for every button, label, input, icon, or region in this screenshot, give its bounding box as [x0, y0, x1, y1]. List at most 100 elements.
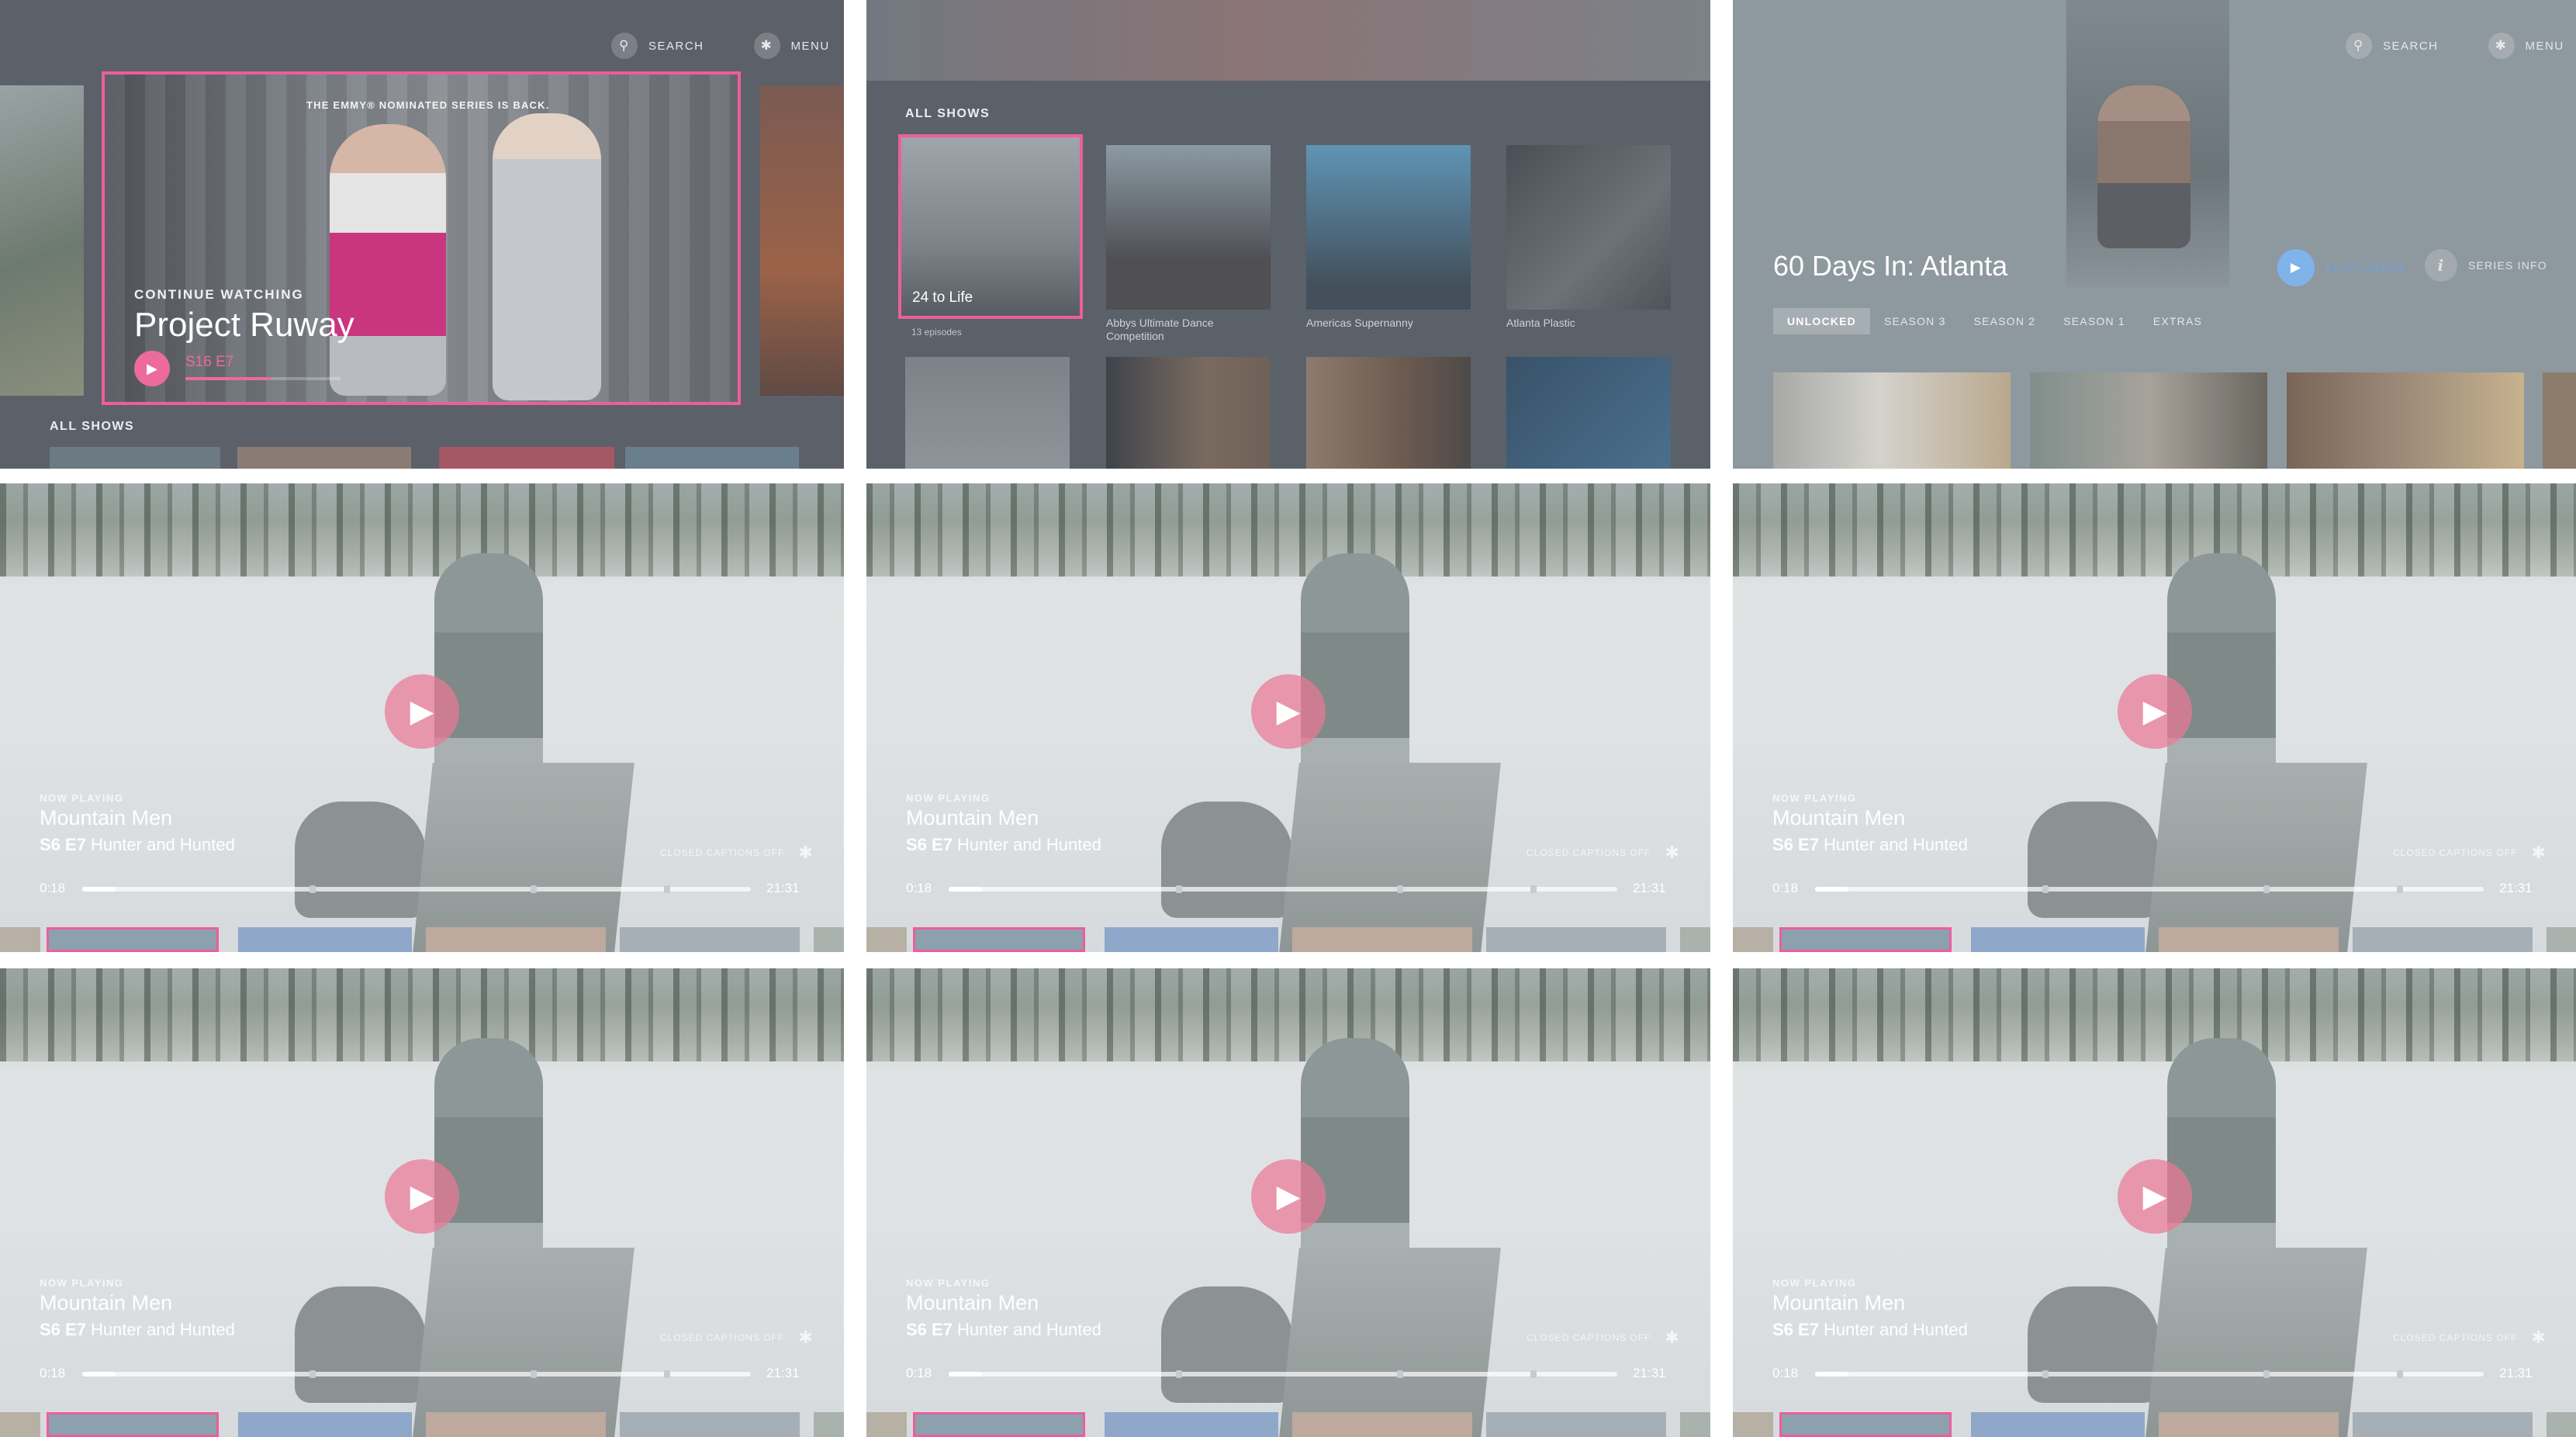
episode-thumbnail[interactable]: [0, 1412, 40, 1437]
settings-icon[interactable]: ✱: [1665, 1328, 1679, 1348]
show-tile-24-to-life[interactable]: 24 to Life 13 episodes: [898, 134, 1083, 338]
episode-thumbnail-selected[interactable]: [1779, 927, 1952, 952]
episode-thumbnail[interactable]: [866, 1412, 907, 1437]
show-thumbnail[interactable]: [625, 447, 799, 469]
episode-thumbnail-selected[interactable]: [913, 927, 1085, 952]
episode-thumbnail[interactable]: [814, 927, 844, 952]
episode-thumbnail[interactable]: [0, 927, 40, 952]
episode-thumbnail[interactable]: [2543, 372, 2576, 469]
play-icon[interactable]: ▶: [134, 351, 170, 386]
tab-unlocked[interactable]: UNLOCKED: [1773, 308, 1870, 334]
search-label[interactable]: SEARCH: [648, 40, 704, 53]
settings-icon[interactable]: ✱: [798, 843, 813, 863]
scrubber-bar[interactable]: [82, 1370, 751, 1378]
menu-icon[interactable]: ✱: [753, 33, 780, 59]
episode-thumbnail[interactable]: [1486, 1412, 1666, 1437]
scrubber-bar[interactable]: [1815, 885, 2484, 893]
episode-thumbnail[interactable]: [1680, 927, 1710, 952]
play-latest-button[interactable]: ▶ PLAY LATEST: [2277, 249, 2405, 286]
episode-code: S6 E7: [1772, 835, 1819, 854]
play-button[interactable]: ▶: [2118, 674, 2192, 749]
episode-thumbnail[interactable]: [238, 1412, 412, 1437]
episode-thumbnail[interactable]: [2353, 1412, 2533, 1437]
episode-thumbnail-selected[interactable]: [47, 1412, 219, 1437]
episode-thumbnail[interactable]: [620, 1412, 800, 1437]
previous-hero-card[interactable]: [0, 85, 84, 396]
episode-thumbnail[interactable]: [1773, 372, 2011, 469]
episode-thumbnail[interactable]: [1680, 1412, 1710, 1437]
scrubber-bar[interactable]: [949, 885, 1617, 893]
settings-icon[interactable]: ✱: [2531, 843, 2546, 863]
episode-thumbnail[interactable]: [1971, 927, 2145, 952]
search-label[interactable]: SEARCH: [2383, 40, 2439, 53]
episode-thumbnail[interactable]: [238, 927, 412, 952]
episode-thumbnail[interactable]: [2159, 927, 2339, 952]
settings-icon[interactable]: ✱: [2531, 1328, 2546, 1348]
closed-captions-label: CLOSED CAPTIONS OFF: [2393, 1332, 2518, 1343]
closed-captions-toggle[interactable]: CLOSED CAPTIONS OFF ✱: [2393, 1328, 2547, 1348]
episode-thumbnail[interactable]: [1733, 927, 1773, 952]
show-tile-americas-supernanny[interactable]: [1306, 145, 1471, 310]
scrubber-bar[interactable]: [1815, 1370, 2484, 1378]
tab-extras[interactable]: EXTRAS: [2139, 308, 2216, 334]
episode-thumbnail[interactable]: [426, 927, 606, 952]
episode-thumbnail[interactable]: [2030, 372, 2267, 469]
play-button[interactable]: ▶: [1251, 674, 1326, 749]
show-thumbnail[interactable]: [50, 447, 220, 469]
tab-season-3[interactable]: SEASON 3: [1870, 308, 1960, 334]
closed-captions-toggle[interactable]: CLOSED CAPTIONS OFF ✱: [660, 1328, 814, 1348]
closed-captions-toggle[interactable]: CLOSED CAPTIONS OFF ✱: [1527, 1328, 1680, 1348]
series-info-button[interactable]: i SERIES INFO: [2425, 249, 2547, 282]
episode-thumbnail[interactable]: [1292, 1412, 1472, 1437]
episode-thumbnail[interactable]: [2159, 1412, 2339, 1437]
menu-icon[interactable]: ✱: [2488, 33, 2515, 59]
play-button[interactable]: ▶: [385, 1159, 459, 1234]
episode-thumbnail[interactable]: [866, 927, 907, 952]
show-tile-abbys-ultimate-dance[interactable]: [1106, 145, 1271, 310]
episode-thumbnail[interactable]: [426, 1412, 606, 1437]
show-tile[interactable]: [1106, 357, 1271, 469]
play-button[interactable]: ▶: [1251, 1159, 1326, 1234]
episode-thumbnail[interactable]: [1733, 1412, 1773, 1437]
scrubber-bar[interactable]: [82, 885, 751, 893]
episode-thumbnail[interactable]: [2547, 927, 2576, 952]
episode-thumbnail[interactable]: [2547, 1412, 2576, 1437]
show-tile[interactable]: [1306, 357, 1471, 469]
search-icon[interactable]: ⚲: [2346, 33, 2372, 59]
episode-thumbnail-selected[interactable]: [47, 927, 219, 952]
show-tile-atlanta-plastic[interactable]: [1506, 145, 1671, 310]
tab-season-2[interactable]: SEASON 2: [1960, 308, 2050, 334]
menu-label[interactable]: MENU: [791, 40, 830, 53]
info-icon: i: [2425, 249, 2457, 282]
episode-thumbnail[interactable]: [1105, 1412, 1278, 1437]
show-tile[interactable]: [1506, 357, 1671, 469]
tab-season-1[interactable]: SEASON 1: [2049, 308, 2139, 334]
episode-thumbnail[interactable]: [1105, 927, 1278, 952]
scrubber-bar[interactable]: [949, 1370, 1617, 1378]
play-button[interactable]: ▶: [2118, 1159, 2192, 1234]
episode-thumbnail-selected[interactable]: [913, 1412, 1085, 1437]
episode-thumbnail[interactable]: [1486, 927, 1666, 952]
episode-thumbnail[interactable]: [620, 927, 800, 952]
closed-captions-toggle[interactable]: CLOSED CAPTIONS OFF ✱: [1527, 843, 1680, 863]
closed-captions-toggle[interactable]: CLOSED CAPTIONS OFF ✱: [660, 843, 814, 863]
hero-card-project-runway[interactable]: THE EMMY® NOMINATED SERIES IS BACK. CONT…: [102, 71, 741, 405]
next-hero-card[interactable]: [760, 85, 844, 396]
episode-strip: [866, 1412, 1710, 1437]
show-thumbnail[interactable]: [237, 447, 411, 469]
settings-icon[interactable]: ✱: [798, 1328, 813, 1348]
episode-thumbnail-selected[interactable]: [1779, 1412, 1952, 1437]
episode-info: S6 E7 Hunter and Hunted: [40, 1320, 235, 1340]
menu-label[interactable]: MENU: [2526, 40, 2564, 53]
show-tile[interactable]: [905, 357, 1070, 469]
play-button[interactable]: ▶: [385, 674, 459, 749]
episode-thumbnail[interactable]: [2353, 927, 2533, 952]
settings-icon[interactable]: ✱: [1665, 843, 1679, 863]
search-icon[interactable]: ⚲: [611, 33, 638, 59]
episode-thumbnail[interactable]: [1292, 927, 1472, 952]
closed-captions-toggle[interactable]: CLOSED CAPTIONS OFF ✱: [2393, 843, 2547, 863]
episode-thumbnail[interactable]: [2287, 372, 2524, 469]
episode-thumbnail[interactable]: [814, 1412, 844, 1437]
show-thumbnail[interactable]: [439, 447, 614, 469]
episode-thumbnail[interactable]: [1971, 1412, 2145, 1437]
